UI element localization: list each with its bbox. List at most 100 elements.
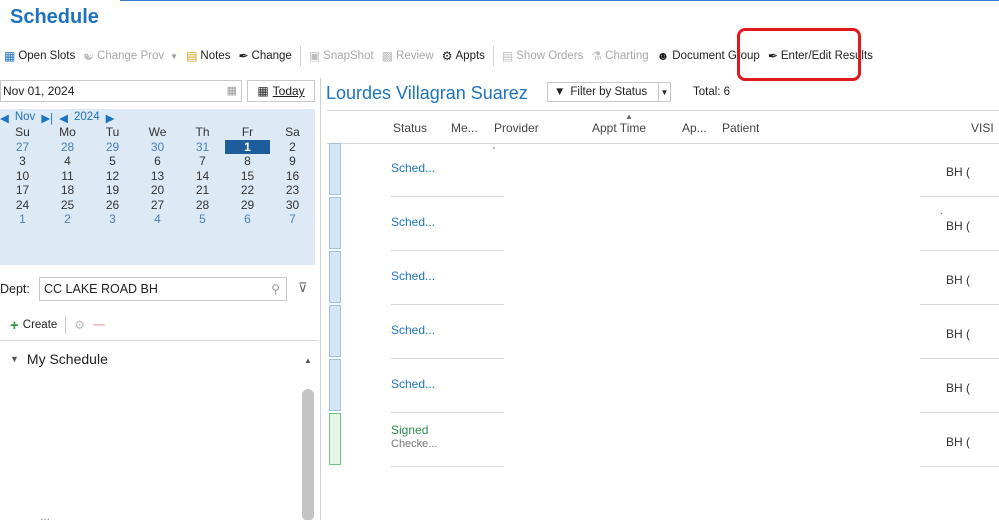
change-prov-label: Change Prov	[97, 50, 165, 62]
show-orders-button[interactable]: ▤ Show Orders	[498, 45, 587, 67]
calendar-day[interactable]: 6	[135, 154, 180, 169]
dept-label: Dept:	[0, 282, 30, 296]
charting-button[interactable]: ⚗ Charting	[587, 45, 652, 67]
calendar-day[interactable]: 23	[270, 183, 315, 198]
calendar-day[interactable]: 17	[0, 183, 45, 198]
change-prov-button[interactable]: ☯ Change Prov ▼	[79, 45, 182, 67]
calendar-day[interactable]: 27	[135, 198, 180, 213]
folder-icon: ▩	[381, 49, 394, 63]
calendar-day[interactable]: 28	[45, 140, 90, 155]
scrollbar-thumb[interactable]	[302, 389, 314, 520]
calendar-day[interactable]: 11	[45, 169, 90, 184]
snapshot-button[interactable]: ▣ SnapShot	[305, 45, 378, 67]
snapshot-label: SnapShot	[323, 50, 374, 62]
calendar-day[interactable]: 24	[0, 198, 45, 213]
calendar-day[interactable]: 13	[135, 169, 180, 184]
pin-icon[interactable]: ⊽	[298, 280, 308, 296]
col-patient[interactable]: Patient	[722, 121, 759, 135]
appointment-row[interactable]: Sched... BH (	[327, 359, 999, 413]
calendar-day[interactable]: 2	[270, 140, 315, 155]
calendar-day[interactable]: 29	[90, 140, 135, 155]
prev-year-icon[interactable]: ◀	[59, 111, 68, 125]
calendar-day[interactable]: 3	[0, 154, 45, 169]
calendar-day[interactable]: 2	[45, 212, 90, 227]
col-visit[interactable]: VISI	[971, 121, 994, 135]
calendar-day[interactable]: 27	[0, 140, 45, 155]
appointment-row[interactable]: Signed Checke... BH (	[327, 413, 999, 467]
col-ap[interactable]: Ap...	[682, 121, 707, 135]
calendar-day[interactable]: 12	[90, 169, 135, 184]
calendar-day[interactable]: 25	[45, 198, 90, 213]
calendar-day[interactable]: 20	[135, 183, 180, 198]
chevron-down-icon[interactable]: ▼	[658, 82, 671, 102]
prev-month-icon[interactable]: ◀	[0, 111, 9, 125]
calendar-icon[interactable]: ▦	[227, 84, 237, 97]
calendar-day[interactable]: 10	[0, 169, 45, 184]
calendar-day[interactable]: 30	[270, 198, 315, 213]
scroll-up-icon[interactable]: ▲	[304, 356, 312, 365]
calendar-day[interactable]: 22	[225, 183, 270, 198]
col-provider[interactable]: Provider	[494, 121, 539, 135]
calendar-day[interactable]: 18	[45, 183, 90, 198]
calendar-day[interactable]: 19	[90, 183, 135, 198]
remove-icon[interactable]: —	[93, 319, 105, 331]
today-button[interactable]: ▦ Today	[247, 80, 315, 102]
col-status[interactable]: Status	[393, 121, 427, 135]
next-year-icon[interactable]: ▶	[106, 111, 115, 125]
appointment-row[interactable]: Sched... BH (	[327, 197, 999, 251]
review-label: Review	[396, 50, 434, 62]
calendar-day[interactable]: 14	[180, 169, 225, 184]
chevron-down-icon: ▼	[170, 51, 179, 61]
pen-icon: ✒	[238, 49, 249, 63]
calendar-day[interactable]: 8	[225, 154, 270, 169]
col-me[interactable]: Me...	[451, 121, 478, 135]
review-button[interactable]: ▩ Review	[378, 45, 438, 67]
calendar-day[interactable]: 1	[225, 139, 270, 154]
calendar-day[interactable]: 15	[225, 169, 270, 184]
calendar-week: 1234567	[0, 212, 315, 227]
date-value: Nov 01, 2024	[3, 84, 75, 98]
calendar-day[interactable]: 3	[90, 212, 135, 227]
calendar-day[interactable]: 28	[180, 198, 225, 213]
calendar-day[interactable]: 4	[135, 212, 180, 227]
calendar-day[interactable]: 6	[225, 212, 270, 227]
calendar-day[interactable]: 1	[0, 212, 45, 227]
settings-icon[interactable]: ⚙	[74, 318, 85, 332]
date-field[interactable]: Nov 01, 2024 ▦	[0, 80, 242, 102]
calendar-day[interactable]: 21	[180, 183, 225, 198]
user-switch-icon: ☯	[83, 49, 95, 63]
col-appt-time[interactable]: Appt Time	[592, 121, 646, 135]
notes-button[interactable]: ▤ Notes	[182, 45, 234, 67]
calendar-year[interactable]: 2024	[74, 111, 100, 125]
calendar-day[interactable]: 5	[90, 154, 135, 169]
calendar-day[interactable]: 26	[90, 198, 135, 213]
my-schedule-header[interactable]: ▼ My Schedule	[10, 351, 108, 367]
calendar-day[interactable]: 30	[135, 140, 180, 155]
calendar-weekday: Mo	[59, 125, 76, 139]
appts-icon: ⚙	[441, 49, 453, 63]
appointment-row[interactable]: Sched... BH (	[327, 251, 999, 305]
toolbar-divider	[299, 46, 301, 66]
next-month-icon[interactable]: ▶|	[41, 111, 53, 125]
appointment-row[interactable]: Sched... BH (	[327, 143, 999, 197]
change-button[interactable]: ✒ Change	[234, 45, 295, 67]
appts-button[interactable]: ⚙ Appts	[438, 45, 489, 67]
search-icon[interactable]: ⚲	[271, 282, 280, 296]
calendar-day[interactable]: 31	[180, 140, 225, 155]
calendar-day[interactable]: 16	[270, 169, 315, 184]
calendar-day[interactable]: 4	[45, 154, 90, 169]
panel-divider[interactable]	[320, 78, 321, 520]
calendar-weekday: Sa	[285, 125, 300, 139]
open-slots-button[interactable]: ▦ Open Slots	[0, 45, 79, 67]
calendar-day[interactable]: 29	[225, 198, 270, 213]
calendar-day[interactable]: 7	[180, 154, 225, 169]
scrollbar[interactable]: ▲	[301, 353, 315, 520]
appointment-row[interactable]: Sched... BH (	[327, 305, 999, 359]
calendar-month[interactable]: Nov	[15, 111, 35, 125]
dept-field[interactable]: CC LAKE ROAD BH ⚲	[39, 277, 287, 301]
calendar-day[interactable]: 5	[180, 212, 225, 227]
filter-by-status-button[interactable]: ▼ Filter by Status ▼	[547, 82, 671, 102]
calendar-day[interactable]: 7	[270, 212, 315, 227]
create-button[interactable]: Create	[23, 319, 58, 331]
calendar-day[interactable]: 9	[270, 154, 315, 169]
